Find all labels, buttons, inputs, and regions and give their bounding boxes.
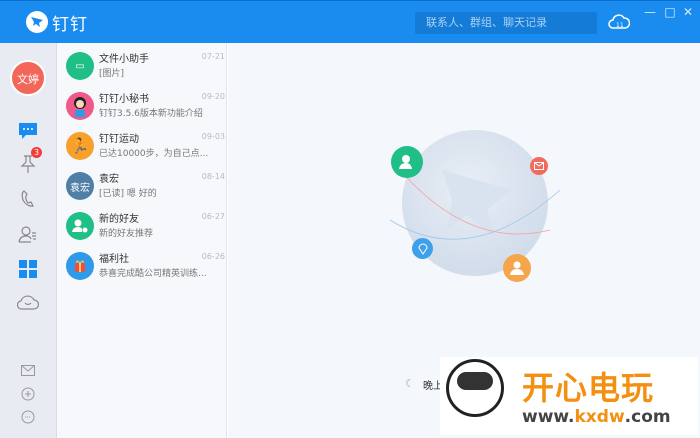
conversation-preview: 恭喜完成酷公司精英训练... (99, 269, 207, 279)
pin-icon[interactable]: 3 (17, 147, 42, 175)
add-icon[interactable] (17, 383, 39, 405)
conversation-item[interactable]: 袁宏 袁宏 08-14 [已读] 嗯 好的 (57, 172, 227, 212)
more-icon[interactable] (17, 406, 39, 428)
conversation-name: 钉钉运动 (99, 134, 139, 145)
location-orb-icon (412, 238, 433, 259)
watermark-url: www.kxdw.com (522, 407, 671, 427)
conversation-preview: 钉钉3.5.6版本新功能介绍 (99, 109, 203, 119)
conversation-preview: [已读] 嗯 好的 (99, 189, 157, 199)
conversation-name: 袁宏 (99, 174, 119, 185)
conversation-item[interactable]: ▭ 文件小助手 07-21 [图片] (57, 52, 227, 92)
contact-avatar: 袁宏 (66, 172, 94, 200)
conversation-name: 新的好友 (99, 214, 139, 225)
gift-icon (66, 252, 94, 280)
conversation-date: 09-20 (201, 92, 225, 101)
user-orb-icon (503, 254, 531, 282)
dingtalk-logo-icon (26, 11, 48, 33)
conversation-item[interactable]: 钉钉小秘书 09-20 钉钉3.5.6版本新功能介绍 (57, 92, 227, 132)
my-avatar[interactable]: 文婷 (10, 60, 46, 96)
conversation-date: 07-21 (201, 52, 225, 61)
new-friend-icon (66, 212, 94, 240)
url-suffix: .com (624, 407, 671, 427)
watermark-logo: 开心电玩 www.kxdw.com (440, 357, 698, 435)
minimize-button[interactable]: — (642, 5, 658, 19)
conversation-date: 06-26 (201, 252, 225, 261)
app-title: 钉钉 (52, 15, 88, 35)
conversation-preview: [图片] (99, 69, 125, 79)
conversation-date: 06-27 (201, 212, 225, 221)
conversation-date: 08-14 (201, 172, 225, 181)
mail-icon[interactable] (17, 359, 39, 381)
url-domain: kxdw (574, 407, 625, 427)
mascot-icon (446, 359, 504, 417)
secretary-avatar (66, 92, 94, 120)
conversation-list: ▭ 文件小助手 07-21 [图片] 钉钉小秘书 09-20 钉钉3.5.6版本… (57, 43, 227, 438)
search-input[interactable]: 联系人、群组、聊天记录 (415, 12, 597, 34)
sidebar: 文婷 3 (0, 43, 57, 438)
conversation-item[interactable]: 福利社 06-26 恭喜完成酷公司精英训练... (57, 252, 227, 292)
workbench-icon[interactable] (17, 258, 39, 280)
moon-icon: ☾ (405, 377, 415, 390)
conversation-name: 钉钉小秘书 (99, 94, 149, 105)
contact-orb-icon (391, 146, 423, 178)
running-icon: 🏃 (66, 132, 94, 160)
file-helper-avatar: ▭ (66, 52, 94, 80)
phone-icon[interactable] (17, 188, 39, 210)
url-prefix: www. (522, 407, 575, 427)
conversation-preview: 已达10000步，为自己点... (99, 149, 209, 159)
maximize-button[interactable]: □ (662, 5, 678, 19)
cloud-sync-icon[interactable]: 11 (608, 12, 631, 36)
messages-icon[interactable] (17, 120, 39, 142)
mail-orb-icon (530, 157, 548, 175)
conversation-item[interactable]: 新的好友 06-27 新的好友推荐 (57, 212, 227, 252)
cloud-badge: 11 (616, 22, 624, 29)
conversation-name: 文件小助手 (99, 54, 149, 65)
contacts-icon[interactable] (17, 223, 39, 245)
conversation-preview: 新的好友推荐 (99, 229, 154, 239)
conversation-date: 09-03 (201, 132, 225, 141)
cloud-drive-icon[interactable] (17, 291, 39, 313)
conversation-name: 福利社 (99, 254, 129, 265)
title-bar: 钉钉 联系人、群组、聊天记录 11 — □ ✕ (0, 0, 700, 43)
pin-badge: 3 (31, 147, 42, 158)
close-button[interactable]: ✕ (680, 5, 696, 19)
watermark-title: 开心电玩 (522, 369, 655, 407)
conversation-item[interactable]: 🏃 钉钉运动 09-03 已达10000步，为自己点... (57, 132, 227, 172)
